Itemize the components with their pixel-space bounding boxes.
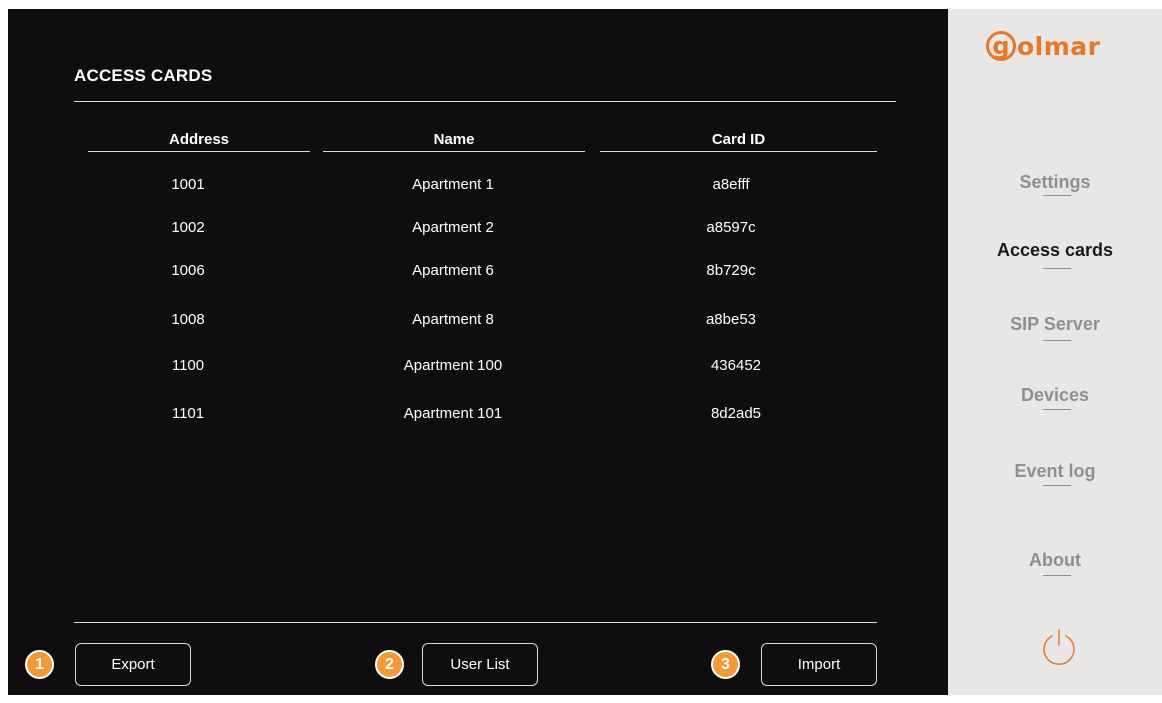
cell-name: Apartment 2	[412, 219, 494, 236]
callout-badge-1: 1	[25, 650, 54, 679]
sidebar-item-event-log[interactable]: Event log	[948, 461, 1162, 482]
column-header-card-id: Card ID	[711, 131, 766, 148]
cell-name: Apartment 100	[403, 357, 503, 374]
cell-name: Apartment 6	[412, 262, 494, 279]
cell-name: Apartment 101	[403, 405, 503, 422]
cell-card-id: 436452	[710, 357, 762, 374]
cell-name: Apartment 8	[412, 311, 494, 328]
callout-badge-3: 3	[711, 650, 740, 679]
logo-wordmark: olmar	[1017, 31, 1101, 61]
cell-name: Apartment 1	[412, 176, 494, 193]
nav-underline	[1043, 485, 1071, 486]
cell-address: 1002	[171, 219, 205, 236]
power-icon[interactable]	[1039, 627, 1079, 667]
export-button[interactable]: Export	[75, 643, 191, 686]
cell-address: 1001	[171, 176, 205, 193]
logo-g-mark: g	[986, 31, 1016, 61]
column-header-address: Address	[168, 131, 230, 148]
sidebar-item-settings[interactable]: Settings	[948, 172, 1162, 193]
column-header-name: Name	[433, 131, 475, 148]
golmar-logo: g olmar	[986, 29, 1101, 63]
callout-badge-2: 2	[375, 650, 404, 679]
sidebar: g olmar Settings Access cards SIP Server…	[948, 9, 1162, 695]
nav-underline	[1043, 268, 1071, 269]
cell-address: 1101	[171, 405, 205, 422]
nav-underline	[1043, 575, 1071, 576]
nav-underline	[1043, 195, 1071, 196]
column-header-divider	[88, 151, 310, 152]
cell-card-id: a8be53	[705, 311, 757, 328]
user-list-button[interactable]: User List	[422, 643, 538, 686]
nav-underline	[1043, 340, 1071, 341]
page-title: ACCESS CARDS	[74, 66, 213, 85]
title-divider	[74, 101, 896, 102]
sidebar-item-about[interactable]: About	[948, 550, 1162, 571]
sidebar-item-sip-server[interactable]: SIP Server	[948, 314, 1162, 335]
sidebar-item-devices[interactable]: Devices	[948, 385, 1162, 406]
cell-address: 1008	[171, 311, 205, 328]
cell-card-id: 8b729c	[706, 262, 756, 279]
sidebar-item-access-cards[interactable]: Access cards	[948, 240, 1162, 261]
nav-underline	[1043, 409, 1071, 410]
cell-card-id: 8d2ad5	[710, 405, 762, 422]
cell-card-id: a8efff	[712, 176, 750, 193]
footer-divider	[74, 622, 877, 623]
cell-address: 1100	[171, 357, 205, 374]
main-panel: ACCESS CARDS Address Name Card ID 1001 A…	[8, 9, 948, 695]
column-header-divider	[323, 151, 585, 152]
column-header-divider	[600, 151, 877, 152]
cell-card-id: a8597c	[706, 219, 756, 236]
import-button[interactable]: Import	[761, 643, 877, 686]
cell-address: 1006	[171, 262, 205, 279]
